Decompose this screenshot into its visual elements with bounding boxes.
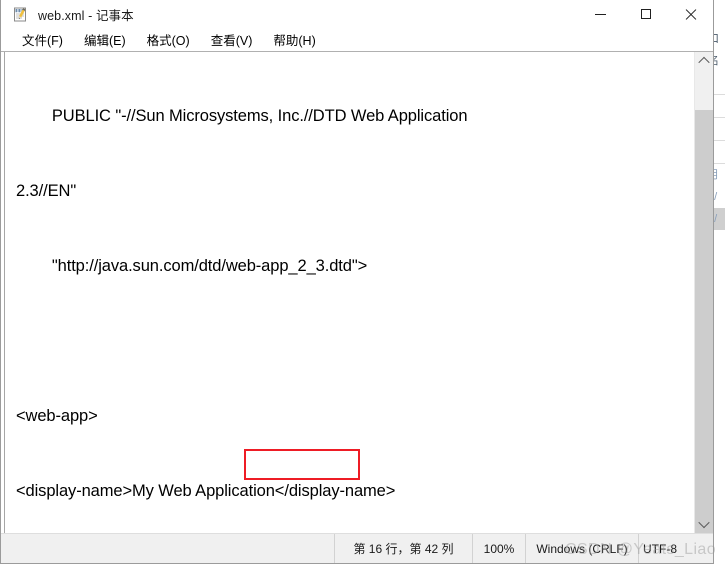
editor-text: PUBLIC "-//Sun Microsystems, Inc.//DTD W…: [16, 54, 695, 533]
window-title: web.xml - 记事本: [38, 8, 134, 23]
menu-item-edit[interactable]: 编辑(E): [75, 28, 135, 52]
status-bar: 第 16 行，第 42 列 100% Windows (CRLF) UTF-8: [1, 533, 713, 563]
chevron-up-icon: [698, 56, 710, 69]
scroll-down-button[interactable]: [695, 515, 713, 533]
line-ending-status: Windows (CRLF): [525, 534, 638, 563]
menu-item-help[interactable]: 帮助(H): [264, 28, 324, 52]
editor-area: PUBLIC "-//Sun Microsystems, Inc.//DTD W…: [1, 51, 713, 540]
cursor-position-status: 第 16 行，第 42 列: [334, 534, 472, 563]
vertical-scrollbar[interactable]: [694, 52, 713, 540]
scrollbar-thumb[interactable]: [695, 110, 713, 540]
close-button[interactable]: [668, 0, 713, 28]
editor-line: <display-name>My Web Application</displa…: [16, 482, 396, 500]
notepad-icon: [13, 6, 30, 23]
minimize-icon: [595, 13, 606, 15]
menu-item-file[interactable]: 文件(F): [13, 28, 72, 52]
minimize-button[interactable]: [578, 0, 623, 28]
editor-line: "http://java.sun.com/dtd/web-app_2_3.dtd…: [16, 257, 368, 275]
title-bar[interactable]: web.xml - 记事本: [1, 0, 713, 29]
zoom-level-status[interactable]: 100%: [472, 534, 525, 563]
maximize-button[interactable]: [623, 0, 668, 28]
editor-line: <web-app>: [16, 407, 98, 425]
screen: 口 名 月 0/ 0/: [0, 0, 725, 564]
window-controls: [578, 0, 713, 28]
menu-item-format[interactable]: 格式(O): [138, 28, 199, 52]
text-editor[interactable]: PUBLIC "-//Sun Microsystems, Inc.//DTD W…: [4, 52, 695, 533]
menu-item-view[interactable]: 查看(V): [202, 28, 262, 52]
editor-line: PUBLIC "-//Sun Microsystems, Inc.//DTD W…: [16, 107, 468, 125]
notepad-window: web.xml - 记事本 文件(F) 编辑(E) 格式(O) 查看(V) 帮助…: [0, 0, 714, 564]
encoding-status: UTF-8: [638, 534, 713, 563]
close-icon: [685, 9, 696, 20]
scroll-up-button[interactable]: [695, 52, 713, 70]
chevron-down-icon: [698, 516, 710, 529]
menu-bar: 文件(F) 编辑(E) 格式(O) 查看(V) 帮助(H): [1, 29, 713, 52]
maximize-icon: [640, 9, 651, 19]
editor-line: 2.3//EN": [16, 182, 77, 200]
